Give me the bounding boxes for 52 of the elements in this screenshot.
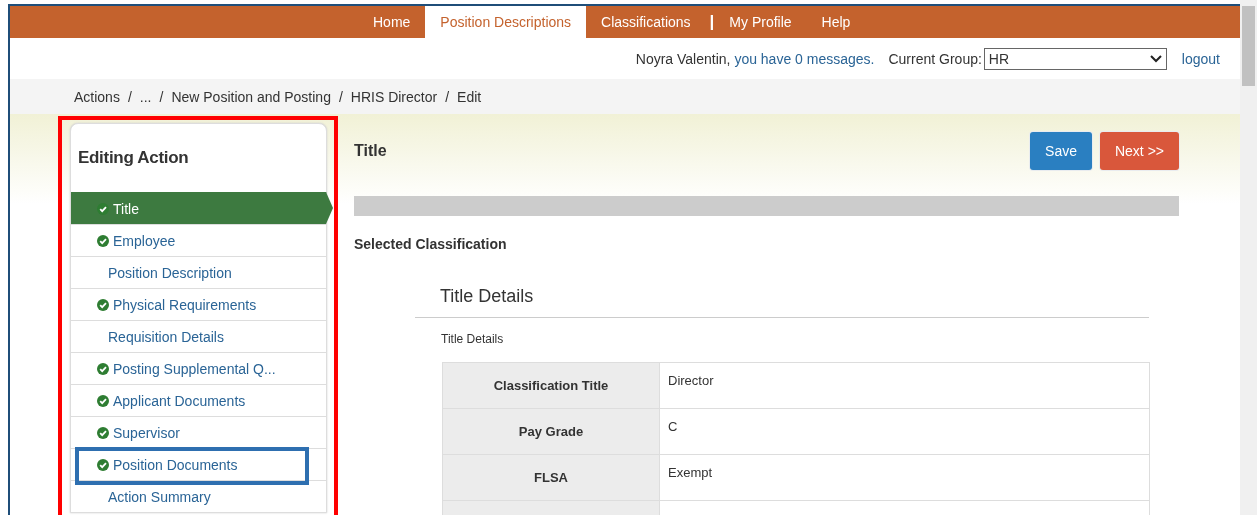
field-value: C	[659, 408, 1150, 455]
breadcrumb-link[interactable]: Edit	[457, 88, 482, 105]
nav-tab[interactable]: Help	[806, 6, 866, 38]
field-value: Director	[659, 362, 1150, 409]
check-icon	[97, 234, 109, 247]
check-icon	[97, 202, 109, 215]
breadcrumb-separator: /	[338, 88, 343, 105]
sidebar-item[interactable]: Supervisor	[71, 416, 326, 448]
sidebar-item[interactable]: Applicant Documents	[71, 384, 326, 416]
page-title: Title	[354, 142, 387, 160]
next-button[interactable]: Next >>	[1099, 132, 1179, 170]
sidebar-item[interactable]: Posting Supplemental Q...	[71, 352, 326, 384]
check-icon	[97, 394, 109, 407]
check-icon	[97, 426, 109, 439]
nav-tab[interactable]: My Profile	[714, 6, 807, 38]
breadcrumb-separator: /	[445, 88, 450, 105]
nav-tab[interactable]: Position Descriptions	[425, 6, 587, 38]
group-select[interactable]: HR	[983, 47, 1167, 70]
save-button[interactable]: Save	[1030, 132, 1092, 170]
check-icon	[97, 298, 109, 311]
sidebar-item[interactable]: Action Summary	[71, 480, 326, 512]
sidebar-title: Editing Action	[77, 147, 190, 169]
group-label: Current Group:	[888, 50, 982, 67]
sidebar-item[interactable]: Employee	[71, 224, 326, 256]
breadcrumb-link[interactable]: Actions	[74, 88, 120, 105]
nav-tab[interactable]: Home	[358, 6, 426, 38]
nav-divider: |	[708, 11, 715, 33]
scrollbar[interactable]	[1240, 0, 1257, 515]
sidebar-item[interactable]: Position Documents	[71, 448, 326, 480]
sidebar-item[interactable]: Position Description	[71, 256, 326, 288]
nav-tab[interactable]: Classifications	[586, 6, 706, 38]
breadcrumb-separator: /	[159, 88, 164, 105]
field-value: Exempt	[659, 454, 1150, 501]
sidebar-item[interactable]: Requisition Details	[71, 320, 326, 352]
section-title: Selected Classification	[354, 236, 508, 252]
breadcrumb-link[interactable]: ...	[139, 88, 152, 105]
sidebar-item[interactable]: Title	[71, 192, 333, 224]
breadcrumb-separator: /	[127, 88, 132, 105]
sidebar-item[interactable]: Physical Requirements	[71, 288, 326, 320]
messages-link[interactable]: you have 0 messages.	[734, 50, 875, 67]
greeting-text: Noyra Valentin, you have 0 messages.	[635, 50, 875, 67]
chevron-down-icon[interactable]	[1149, 54, 1162, 63]
check-icon	[97, 458, 109, 471]
field-label: Classification Title	[442, 362, 660, 409]
field-label: Pay Grade	[442, 408, 660, 455]
breadcrumb-link[interactable]: HRIS Director	[350, 88, 438, 105]
field-label: FLSA	[442, 454, 660, 501]
logout-link[interactable]: logout	[1181, 50, 1220, 67]
check-icon	[97, 362, 109, 375]
card-subtitle: Title Details	[440, 331, 505, 348]
card-title: Title Details	[415, 276, 1149, 318]
breadcrumb-link[interactable]: New Position and Posting	[171, 88, 331, 105]
